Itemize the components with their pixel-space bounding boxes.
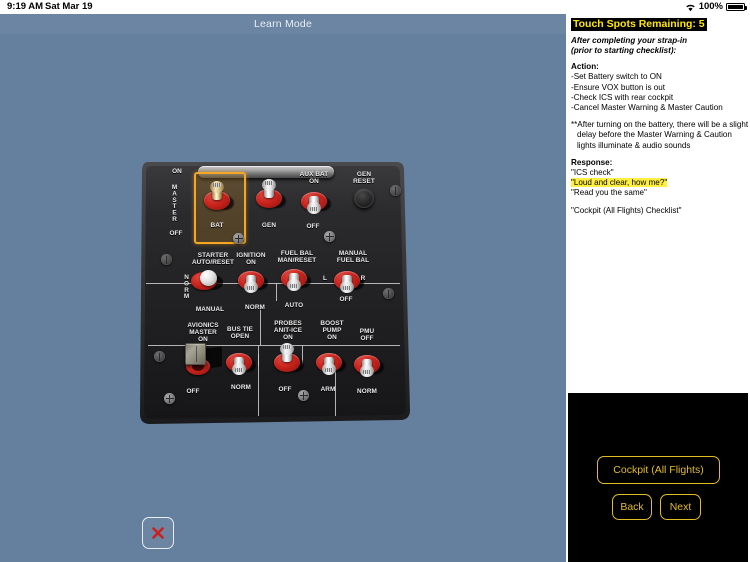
boost-pump-arm-label: ARM	[320, 386, 336, 393]
master-label: MASTER	[171, 183, 178, 223]
boost-pump-switch[interactable]	[316, 348, 346, 375]
cockpit-electrical-panel: ON MASTER OFF BAT GEN AUX BAT ON OFF GEN…	[138, 158, 413, 428]
action-item-1: -Ensure VOX button is out	[571, 82, 666, 92]
action-item-2: -Check ICS with rear cockpit	[571, 92, 674, 102]
aux-bat-off-label: OFF	[306, 223, 320, 230]
status-date: Sat Mar 19	[45, 1, 93, 12]
ignition-norm-label: NORM	[245, 304, 265, 311]
mfb-r-label: R	[360, 275, 366, 282]
panel-screw-2	[324, 231, 335, 242]
panel-screw-bl	[154, 351, 165, 362]
touch-spots-banner: Touch Spots Remaining: 5	[571, 18, 707, 31]
panel-screw-4	[298, 390, 309, 401]
close-x-icon	[152, 527, 164, 539]
navigation-panel: Cockpit (All Flights) Back Next	[568, 393, 748, 562]
wifi-icon	[685, 3, 696, 12]
fuel-bal-switch[interactable]	[281, 264, 311, 291]
master-on-label: ON	[172, 168, 182, 175]
response-line-3: "Read you the same"	[571, 188, 647, 198]
probes-off-label: OFF	[278, 386, 292, 393]
aux-bat-label: AUX BAT ON	[299, 171, 329, 186]
aux-bat-switch[interactable]	[301, 187, 331, 214]
avionics-master-switch[interactable]	[184, 343, 222, 375]
fuel-bal-label: FUEL BAL MAN/RESET	[277, 250, 317, 265]
starter-norm-label: NORM	[183, 274, 190, 300]
probes-label: PROBES ANIT-ICE ON	[273, 320, 303, 342]
gen-reset-button[interactable]	[354, 188, 374, 208]
action-heading: Action:	[571, 62, 599, 72]
app-title-bar: Learn Mode	[0, 14, 566, 34]
cockpit-all-flights-button[interactable]: Cockpit (All Flights)	[597, 456, 720, 484]
status-time: 9:19 AM	[7, 1, 44, 12]
pmu-switch[interactable]	[354, 350, 384, 377]
ignition-switch[interactable]	[238, 266, 268, 293]
mfb-l-label: L	[322, 275, 327, 282]
app-screen: 9:19 AM Sat Mar 19 100% Learn Mode ON MA…	[0, 0, 750, 562]
manual-fuel-bal-switch[interactable]	[334, 266, 364, 293]
instruction-text: Touch Spots Remaining: 5 After completin…	[571, 18, 749, 216]
gen-reset-label: GEN RESET	[353, 171, 375, 186]
battery-percent: 100%	[698, 1, 723, 12]
bat-switch[interactable]	[204, 181, 234, 212]
gen-label: GEN	[261, 222, 277, 229]
panel-screw-3	[164, 393, 175, 404]
pmu-norm-label: NORM	[357, 388, 377, 395]
bus-tie-switch[interactable]	[226, 348, 256, 375]
avionics-off-label: OFF	[186, 388, 200, 395]
action-item-3: -Cancel Master Warning & Master Caution	[571, 103, 723, 112]
group-divider-2	[276, 283, 278, 301]
bat-label: BAT	[210, 222, 224, 229]
back-button[interactable]: Back	[612, 494, 652, 520]
mfb-off-label: OFF	[339, 296, 353, 303]
gen-switch[interactable]	[256, 179, 286, 210]
panel-screw-mr	[383, 288, 394, 299]
manual-fuel-bal-label: MANUAL FUEL BAL	[336, 250, 370, 265]
response-line-2-highlighted: "Loud and clear, how me?"	[571, 178, 668, 188]
response-line-1: "ICS check"	[571, 168, 614, 178]
pmu-label: PMU OFF	[359, 328, 375, 343]
intro-line-2: (prior to starting checklist):	[571, 45, 677, 55]
panel-screw-tr	[390, 185, 401, 196]
response-heading: Response:	[571, 157, 613, 167]
next-button[interactable]: Next	[660, 494, 701, 520]
master-off-label: OFF	[169, 230, 183, 237]
panel-screw-1	[233, 233, 244, 244]
status-right-group: 100%	[685, 1, 747, 12]
ios-status-bar: 9:19 AM Sat Mar 19 100%	[0, 0, 750, 14]
intro-line-1: After completing your strap-in	[571, 36, 688, 45]
action-item-0: -Set Battery switch to ON	[571, 72, 662, 82]
probes-anti-ice-switch[interactable]	[274, 343, 304, 374]
battery-full-icon	[726, 2, 747, 11]
starter-switch[interactable]	[191, 270, 223, 292]
starter-manual-label: MANUAL	[195, 306, 225, 313]
panel-screw-ml	[161, 254, 172, 265]
instruction-pane: Touch Spots Remaining: 5 After completin…	[566, 14, 750, 562]
battery-delay-note: **After turning on the battery, there wi…	[571, 120, 749, 150]
close-button[interactable]	[142, 517, 174, 549]
bus-tie-norm-label: NORM	[231, 384, 251, 391]
left-pane: Learn Mode ON MASTER OFF BAT GEN AUX BAT…	[0, 14, 566, 562]
page-title: Learn Mode	[253, 18, 313, 30]
checklist-reference: "Cockpit (All Flights) Checklist"	[571, 205, 682, 215]
fuel-bal-auto-label: AUTO	[284, 302, 304, 309]
bus-tie-label: BUS TIE OPEN	[227, 326, 253, 341]
